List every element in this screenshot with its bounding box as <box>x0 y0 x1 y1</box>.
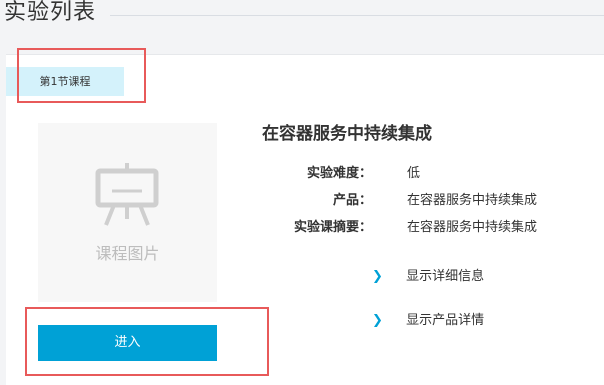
image-caption: 课程图片 <box>95 244 160 263</box>
info-value: 在容器服务中持续集成 <box>407 193 538 208</box>
show-details-link[interactable]: ❯ 显示详细信息 <box>372 265 484 285</box>
easel-icon <box>95 163 159 226</box>
info-label: 产品： <box>332 193 372 208</box>
show-product-details-link[interactable]: ❯ 显示产品详情 <box>372 309 484 329</box>
chevron-right-icon: ❯ <box>372 313 383 328</box>
info-label: 实验难度： <box>306 166 372 181</box>
info-label: 实验课摘要： <box>293 220 372 235</box>
info-row-summary: 实验课摘要： 在容器服务中持续集成 <box>240 216 600 236</box>
info-row-difficulty: 实验难度： 低 <box>240 162 600 182</box>
experiment-list-page: 实验列表 第1节课程 课程图片 进入 在容器服务中持续集成 实验难度： 低 产品… <box>0 0 604 385</box>
info-row-product: 产品： 在容器服务中持续集成 <box>240 189 600 209</box>
course-image-placeholder: 课程图片 <box>38 123 217 302</box>
enter-button[interactable]: 进入 <box>38 325 217 361</box>
show-product-details-label: 显示产品详情 <box>406 313 485 328</box>
show-details-label: 显示详细信息 <box>406 269 485 284</box>
title-divider <box>110 15 604 16</box>
chevron-right-icon: ❯ <box>372 269 383 284</box>
page-title: 实验列表 <box>4 0 97 25</box>
info-value: 低 <box>407 166 421 181</box>
info-value: 在容器服务中持续集成 <box>407 220 538 235</box>
section-tag: 第1节课程 <box>6 67 124 96</box>
course-title: 在容器服务中持续集成 <box>262 124 432 144</box>
